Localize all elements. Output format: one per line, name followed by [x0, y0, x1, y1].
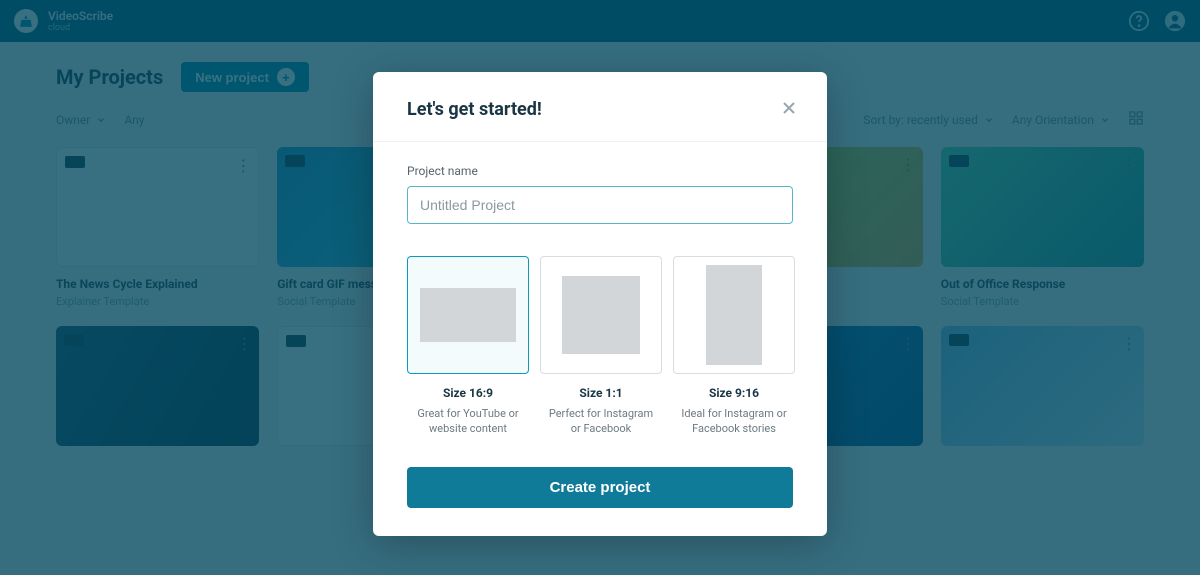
close-button[interactable]	[775, 94, 803, 125]
size-option-1-1[interactable]: Size 1:1 Perfect for Instagram or Facebo…	[540, 256, 662, 437]
ratio-1-1-icon	[562, 276, 640, 354]
modal-body: Project name Size 16:9 Great for YouTube…	[373, 142, 827, 536]
size-desc: Ideal for Instagram or Facebook stories	[673, 406, 795, 437]
project-name-label: Project name	[407, 164, 793, 178]
modal-header: Let's get started!	[373, 72, 827, 142]
size-option-16-9[interactable]: Size 16:9 Great for YouTube or website c…	[407, 256, 529, 437]
modal-title: Let's get started!	[407, 99, 542, 120]
size-label: Size 9:16	[709, 386, 759, 400]
size-options: Size 16:9 Great for YouTube or website c…	[407, 256, 793, 437]
close-icon	[779, 98, 799, 118]
size-option-9-16[interactable]: Size 9:16 Ideal for Instagram or Faceboo…	[673, 256, 795, 437]
ratio-9-16-icon	[706, 265, 762, 365]
size-label: Size 16:9	[443, 386, 493, 400]
size-frame	[673, 256, 795, 374]
size-frame	[540, 256, 662, 374]
size-desc: Great for YouTube or website content	[407, 406, 529, 437]
ratio-16-9-icon	[420, 288, 516, 342]
size-label: Size 1:1	[579, 386, 622, 400]
size-frame	[407, 256, 529, 374]
size-desc: Perfect for Instagram or Facebook	[540, 406, 662, 437]
project-name-input[interactable]	[407, 186, 793, 224]
new-project-modal: Let's get started! Project name Size 16:…	[373, 72, 827, 536]
create-project-button[interactable]: Create project	[407, 467, 793, 508]
create-label: Create project	[550, 479, 651, 496]
